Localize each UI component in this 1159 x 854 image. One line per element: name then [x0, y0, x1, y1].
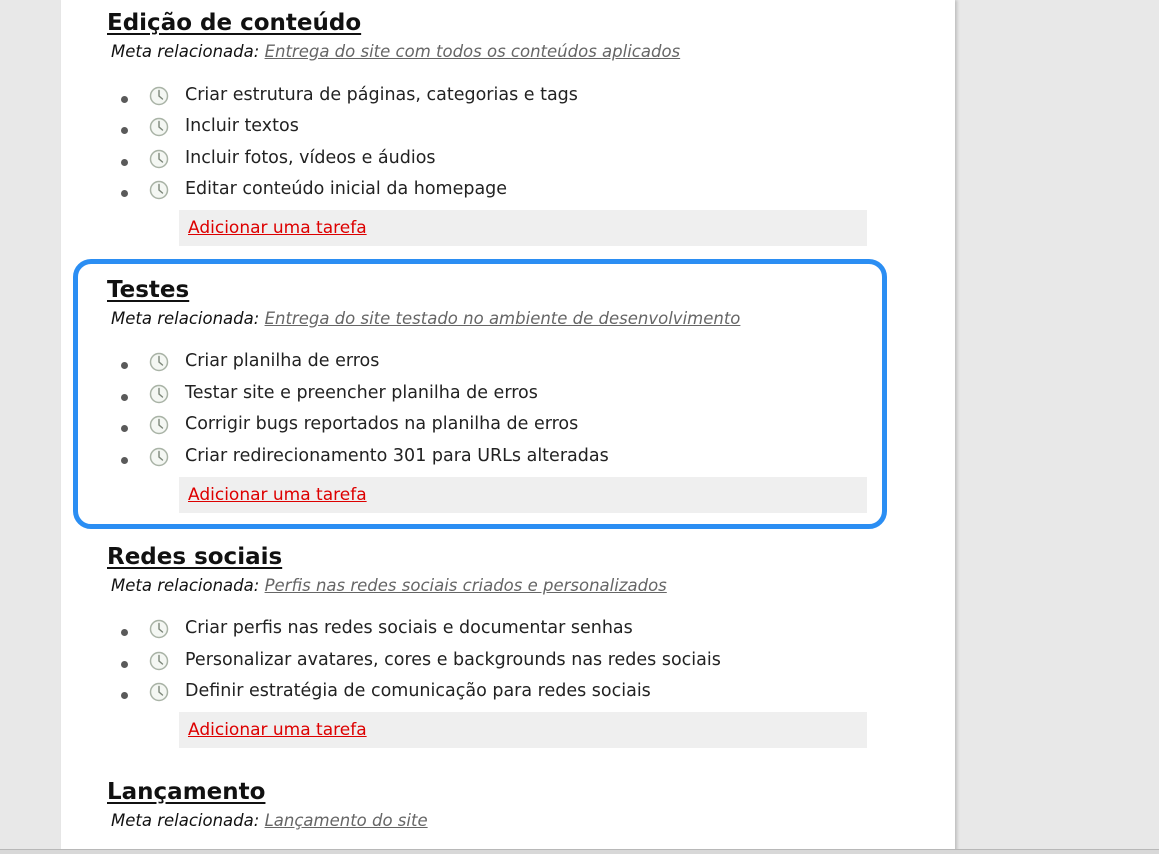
task-item[interactable]: Testar site e preencher planilha de erro… [107, 379, 867, 407]
bullet-icon [121, 190, 128, 197]
left-margin [0, 0, 61, 853]
bullet-icon [121, 457, 128, 464]
related-goal: Meta relacionada: Entrega do site com to… [111, 41, 680, 63]
task-label: Editar conteúdo inicial da homepage [185, 179, 508, 199]
task-item[interactable]: Incluir fotos, vídeos e áudios [107, 144, 867, 172]
clock-icon[interactable] [149, 149, 169, 169]
bullet-icon [121, 692, 128, 699]
add-task-box: Adicionar uma tarefa [179, 210, 867, 246]
bullet-icon [121, 362, 128, 369]
clock-icon[interactable] [149, 415, 169, 435]
task-item[interactable]: Editar conteúdo inicial da homepage [107, 175, 867, 203]
add-task-link[interactable]: Adicionar uma tarefa [188, 484, 367, 506]
related-goal: Meta relacionada: Lançamento do site [111, 810, 428, 832]
bullet-icon [121, 629, 128, 636]
related-goal-label: Meta relacionada: [111, 42, 260, 61]
task-label: Criar estrutura de páginas, categorias e… [185, 85, 578, 105]
add-task-box: Adicionar uma tarefa [179, 712, 867, 748]
task-item[interactable]: Personalizar avatares, cores e backgroun… [107, 646, 867, 674]
page: Edição de conteúdo Meta relacionada: Ent… [0, 0, 1159, 854]
add-task-link[interactable]: Adicionar uma tarefa [188, 719, 367, 741]
task-label: Definir estratégia de comunicação para r… [185, 681, 651, 701]
task-item[interactable]: Criar planilha de erros [107, 347, 867, 375]
bullet-icon [121, 159, 128, 166]
section-testes: Testes Meta relacionada: Entrega do site… [107, 276, 867, 516]
task-item[interactable]: Criar redirecionamento 301 para URLs alt… [107, 442, 867, 470]
task-label: Personalizar avatares, cores e backgroun… [185, 650, 721, 670]
bullet-icon [121, 127, 128, 134]
task-label: Criar redirecionamento 301 para URLs alt… [185, 446, 609, 466]
bullet-icon [121, 425, 128, 432]
section-title[interactable]: Edição de conteúdo [107, 9, 361, 37]
related-goal-link[interactable]: Entrega do site com todos os conteúdos a… [265, 42, 681, 61]
related-goal-label: Meta relacionada: [111, 811, 260, 830]
clock-icon[interactable] [149, 384, 169, 404]
section-edicao-de-conteudo: Edição de conteúdo Meta relacionada: Ent… [107, 9, 867, 249]
task-item[interactable]: Corrigir bugs reportados na planilha de … [107, 410, 867, 438]
add-task-box: Adicionar uma tarefa [179, 477, 867, 513]
bottom-divider [0, 849, 1159, 854]
task-label: Criar planilha de erros [185, 351, 380, 371]
task-label: Criar perfis nas redes sociais e documen… [185, 618, 633, 638]
clock-icon[interactable] [149, 651, 169, 671]
clock-icon[interactable] [149, 682, 169, 702]
task-label: Corrigir bugs reportados na planilha de … [185, 414, 579, 434]
related-goal: Meta relacionada: Entrega do site testad… [111, 308, 740, 330]
task-item[interactable]: Criar perfis nas redes sociais e documen… [107, 614, 867, 642]
related-goal-link[interactable]: Lançamento do site [265, 811, 428, 830]
task-item[interactable]: Criar estrutura de páginas, categorias e… [107, 81, 867, 109]
add-task-link[interactable]: Adicionar uma tarefa [188, 217, 367, 239]
bullet-icon [121, 661, 128, 668]
clock-icon[interactable] [149, 447, 169, 467]
related-goal-label: Meta relacionada: [111, 576, 260, 595]
task-label: Incluir fotos, vídeos e áudios [185, 148, 436, 168]
bullet-icon [121, 96, 128, 103]
clock-icon[interactable] [149, 352, 169, 372]
clock-icon[interactable] [149, 86, 169, 106]
clock-icon[interactable] [149, 117, 169, 137]
task-item[interactable]: Incluir textos [107, 112, 867, 140]
section-title[interactable]: Redes sociais [107, 543, 282, 571]
section-title[interactable]: Testes [107, 276, 189, 304]
related-goal-link[interactable]: Entrega do site testado no ambiente de d… [265, 309, 741, 328]
clock-icon[interactable] [149, 619, 169, 639]
task-item[interactable]: Definir estratégia de comunicação para r… [107, 677, 867, 705]
section-redes-sociais: Redes sociais Meta relacionada: Perfis n… [107, 543, 867, 753]
related-goal: Meta relacionada: Perfis nas redes socia… [111, 575, 667, 597]
task-label: Incluir textos [185, 116, 299, 136]
section-title[interactable]: Lançamento [107, 778, 265, 806]
bullet-icon [121, 394, 128, 401]
related-goal-label: Meta relacionada: [111, 309, 260, 328]
section-lancamento: Lançamento Meta relacionada: Lançamento … [107, 778, 867, 844]
related-goal-link[interactable]: Perfis nas redes sociais criados e perso… [265, 576, 667, 595]
task-label: Testar site e preencher planilha de erro… [185, 383, 538, 403]
clock-icon[interactable] [149, 180, 169, 200]
